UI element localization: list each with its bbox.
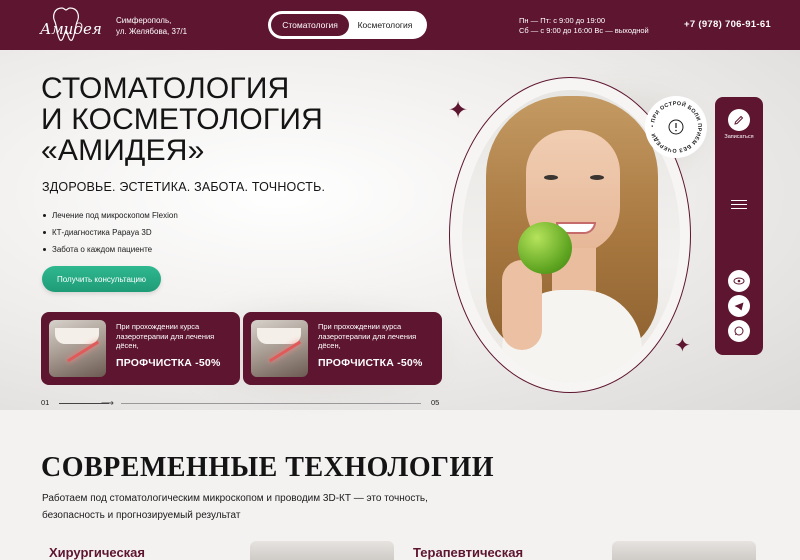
- feature-list: Лечение под микроскопом Flexion КТ-диагн…: [42, 207, 178, 258]
- address-city: Симферополь,: [116, 16, 172, 25]
- hero-title-line: И КОСМЕТОЛОГИЯ: [41, 103, 323, 136]
- feature-item: Лечение под микроскопом Flexion: [42, 207, 178, 224]
- working-hours: Пн — Пт: с 9:00 до 19:00 Сб — с 9:00 до …: [519, 16, 649, 36]
- service-tabs: Стоматология Косметология: [268, 11, 427, 39]
- next-arrow-icon[interactable]: ⟶: [101, 398, 114, 409]
- pager-current: 01: [41, 398, 50, 407]
- promo-discount: ПРОФЧИСТКА -50%: [116, 357, 221, 369]
- hours-weekdays: Пн — Пт: с 9:00 до 19:00: [519, 16, 606, 25]
- sparkle-icon: ✦: [674, 335, 691, 357]
- site-header: Амидея Симферополь, ул. Желябова, 37/1 С…: [0, 0, 800, 50]
- tab-cosmetology[interactable]: Косметология: [349, 14, 421, 36]
- address: Симферополь, ул. Желябова, 37/1: [116, 15, 187, 37]
- logo[interactable]: Амидея: [40, 6, 104, 44]
- promo-card[interactable]: При прохождении курса лазеротерапии для …: [243, 312, 442, 385]
- service-card-image: [612, 541, 756, 560]
- tab-dentistry[interactable]: Стоматология: [271, 14, 349, 36]
- feature-item: Забота о каждом пациенте: [42, 241, 178, 258]
- menu-icon[interactable]: [731, 200, 747, 212]
- pager-progress: [121, 403, 421, 404]
- promo-text: При прохождении курса лазеротерапии для …: [318, 322, 417, 350]
- pager-total: 05: [431, 398, 440, 407]
- promo-discount: ПРОФЧИСТКА -50%: [318, 357, 423, 369]
- feature-item: КТ-диагностика Papaya 3D: [42, 224, 178, 241]
- edit-icon[interactable]: [728, 109, 750, 131]
- consultation-button[interactable]: Получить консультацию: [42, 266, 161, 292]
- service-card-image: [250, 541, 394, 560]
- hero-title-line: СТОМАТОЛОГИЯ: [41, 72, 290, 105]
- slider-pager: 01 ⟶ 05: [41, 398, 441, 410]
- hero-title: СТОМАТОЛОГИЯ И КОСМЕТОЛОГИЯ «АМИДЕЯ»: [41, 73, 323, 166]
- urgent-badge: • ПРИ ОСТРОЙ БОЛИ ПРИЕМ БЕЗ ОЧЕРЕДИ: [645, 96, 707, 158]
- telegram-icon[interactable]: [728, 295, 750, 317]
- eye-icon[interactable]: [728, 270, 750, 292]
- whatsapp-icon[interactable]: [728, 320, 750, 342]
- service-card-title[interactable]: Терапевтическая: [413, 545, 523, 560]
- hero-title-line: «АМИДЕЯ»: [41, 134, 205, 167]
- technologies-title: СОВРЕМЕННЫЕ ТЕХНОЛОГИИ: [41, 452, 495, 483]
- promo-text: При прохождении курса лазеротерапии для …: [116, 322, 215, 350]
- side-panel: Записаться: [715, 97, 763, 355]
- sparkle-icon: ✦: [448, 97, 469, 124]
- phone-link[interactable]: +7 (978) 706-91-61: [684, 19, 771, 30]
- logo-text: Амидея: [40, 20, 102, 38]
- address-street: ул. Желябова, 37/1: [116, 27, 188, 36]
- promo-card[interactable]: При прохождении курса лазеротерапии для …: [41, 312, 240, 385]
- laser-therapy-image: [251, 320, 308, 377]
- hero-subtitle: ЗДОРОВЬЕ. ЭСТЕТИКА. ЗАБОТА. ТОЧНОСТЬ.: [42, 180, 326, 194]
- laser-therapy-image: [49, 320, 106, 377]
- technologies-text: Работаем под стоматологическим микроскоп…: [42, 493, 428, 521]
- hours-weekend: Сб — с 9:00 до 16:00 Вс — выходной: [519, 26, 649, 35]
- book-appointment-label[interactable]: Записаться: [715, 134, 763, 140]
- service-card-title[interactable]: Хирургическая: [49, 545, 145, 560]
- apple-image: [518, 222, 572, 274]
